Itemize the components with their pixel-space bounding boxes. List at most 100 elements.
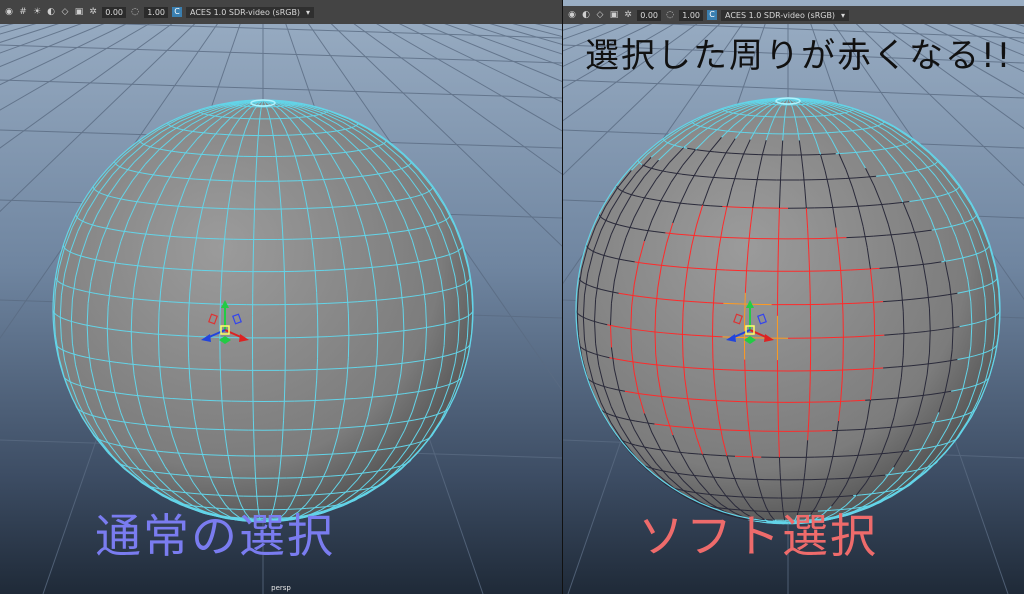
chevron-down-icon: ▾ [305, 7, 310, 17]
colorspace-icon[interactable]: C [707, 10, 717, 20]
wire-edge [719, 477, 731, 479]
view-transform-label: ACES 1.0 SDR-video (sRGB) [725, 10, 836, 20]
wire-edge [195, 131, 202, 134]
isolate-icon[interactable]: ▣ [609, 10, 619, 20]
wire-edge [210, 114, 214, 117]
wire-edge [319, 178, 331, 181]
wire-edge [197, 206, 211, 209]
viewport-soft-selection[interactable]: ◉ ◐ ◇ ▣ ✲ 0.00 ◌ 1.00 C ACES 1.0 SDR-vid… [563, 0, 1024, 594]
wire-edge [731, 495, 741, 498]
wire-edge [834, 178, 846, 180]
wire-edge [844, 495, 854, 497]
gamma-field[interactable]: 1.00 [679, 9, 703, 21]
wire-edge [319, 493, 328, 496]
exposure-field[interactable]: 0.00 [102, 6, 126, 18]
wire-edge [315, 206, 329, 209]
wire-edge [731, 152, 741, 155]
wire-edge [730, 178, 742, 180]
wire-edge [253, 439, 256, 457]
wire-edge [832, 237, 847, 239]
wire-edge [306, 428, 321, 431]
wire-edge [722, 455, 736, 457]
wire-edge [681, 312, 684, 335]
wire-edge [734, 113, 739, 115]
wire-edge [157, 334, 160, 357]
wire-edge [835, 400, 851, 403]
wire-edge [729, 429, 744, 432]
wire-edge [719, 177, 731, 180]
wire-edge [840, 455, 854, 457]
wire-edge [191, 427, 206, 430]
wire-edge [319, 475, 331, 478]
view-transform-label: ACES 1.0 SDR-video (sRGB) [190, 7, 301, 17]
wire-edge [729, 111, 733, 114]
wire-edge [201, 112, 204, 115]
wire-edge [731, 130, 738, 133]
wire-edge [324, 111, 327, 114]
gamma-icon[interactable]: ◌ [665, 10, 675, 20]
grid-line [0, 44, 562, 64]
wire-edge [205, 113, 208, 116]
wire-edge [201, 399, 217, 402]
wire-edge [311, 368, 328, 371]
wire-edge [205, 428, 220, 431]
camera-icon[interactable]: ◉ [4, 7, 14, 17]
wire-edge [253, 209, 256, 230]
wire-edge [725, 400, 741, 403]
wire-edge [318, 132, 325, 134]
exposure-icon[interactable]: ✲ [623, 10, 633, 20]
wire-edge [376, 311, 379, 334]
isolate-icon[interactable]: ▣ [74, 7, 84, 17]
wire-edge [836, 369, 853, 371]
wire-edge [744, 359, 746, 382]
wire-edge [809, 381, 811, 403]
wire-edge [722, 495, 732, 497]
exposure-field[interactable]: 0.00 [637, 9, 661, 21]
wire-edge [845, 477, 857, 479]
wire-edge [846, 428, 861, 431]
wire-edge [777, 421, 780, 441]
wire-edge [778, 440, 780, 458]
wire-edge [197, 453, 211, 456]
wire-edge [206, 494, 216, 496]
light-icon[interactable]: ☀ [32, 7, 42, 17]
camera-label: persp [271, 584, 291, 592]
wire-edge [715, 428, 730, 431]
wire-edge [840, 205, 854, 208]
wire-edge [846, 236, 861, 239]
shading-icon[interactable]: ◐ [581, 10, 591, 20]
wire-edge [778, 457, 781, 473]
gamma-icon[interactable]: ◌ [130, 7, 140, 17]
camera-icon[interactable]: ◉ [567, 10, 577, 20]
wire-edge [315, 453, 329, 456]
wire-edge [198, 302, 215, 305]
wire-edge [809, 271, 811, 294]
wire-edge [201, 269, 217, 272]
viewport-normal-selection[interactable]: ◉ # ☀ ◐ ◇ ▣ ✲ 0.00 ◌ 1.00 C ACES 1.0 SDR… [0, 0, 562, 594]
grid-icon[interactable]: # [18, 7, 28, 17]
wire-edge [198, 153, 207, 156]
wireframe-icon[interactable]: ◇ [60, 7, 70, 17]
wire-edge [719, 129, 726, 132]
wire-edge [310, 154, 320, 156]
colorspace-icon[interactable]: C [172, 7, 182, 17]
wire-edge [306, 237, 321, 240]
wire-edge [312, 336, 328, 338]
wire-edge [902, 311, 905, 334]
viewport-toolbar: ◉ # ☀ ◐ ◇ ▣ ✲ 0.00 ◌ 1.00 C ACES 1.0 SDR… [0, 0, 562, 24]
gamma-field[interactable]: 1.00 [144, 6, 168, 18]
exposure-icon[interactable]: ✲ [88, 7, 98, 17]
wire-edge [722, 152, 732, 154]
wire-edge [254, 455, 256, 472]
wire-edge [320, 427, 335, 430]
wire-edge [722, 205, 736, 208]
wire-edge [834, 477, 846, 480]
caption-soft-selection: ソフト選択 [638, 509, 878, 563]
wire-edge [190, 152, 199, 155]
wire-edge [254, 190, 256, 210]
view-transform-select[interactable]: ACES 1.0 SDR-video (sRGB) ▾ [721, 9, 849, 21]
chevron-down-icon: ▾ [840, 10, 845, 20]
view-transform-select[interactable]: ACES 1.0 SDR-video (sRGB) ▾ [186, 6, 314, 18]
shading-icon[interactable]: ◐ [46, 7, 56, 17]
wireframe-icon[interactable]: ◇ [595, 10, 605, 20]
